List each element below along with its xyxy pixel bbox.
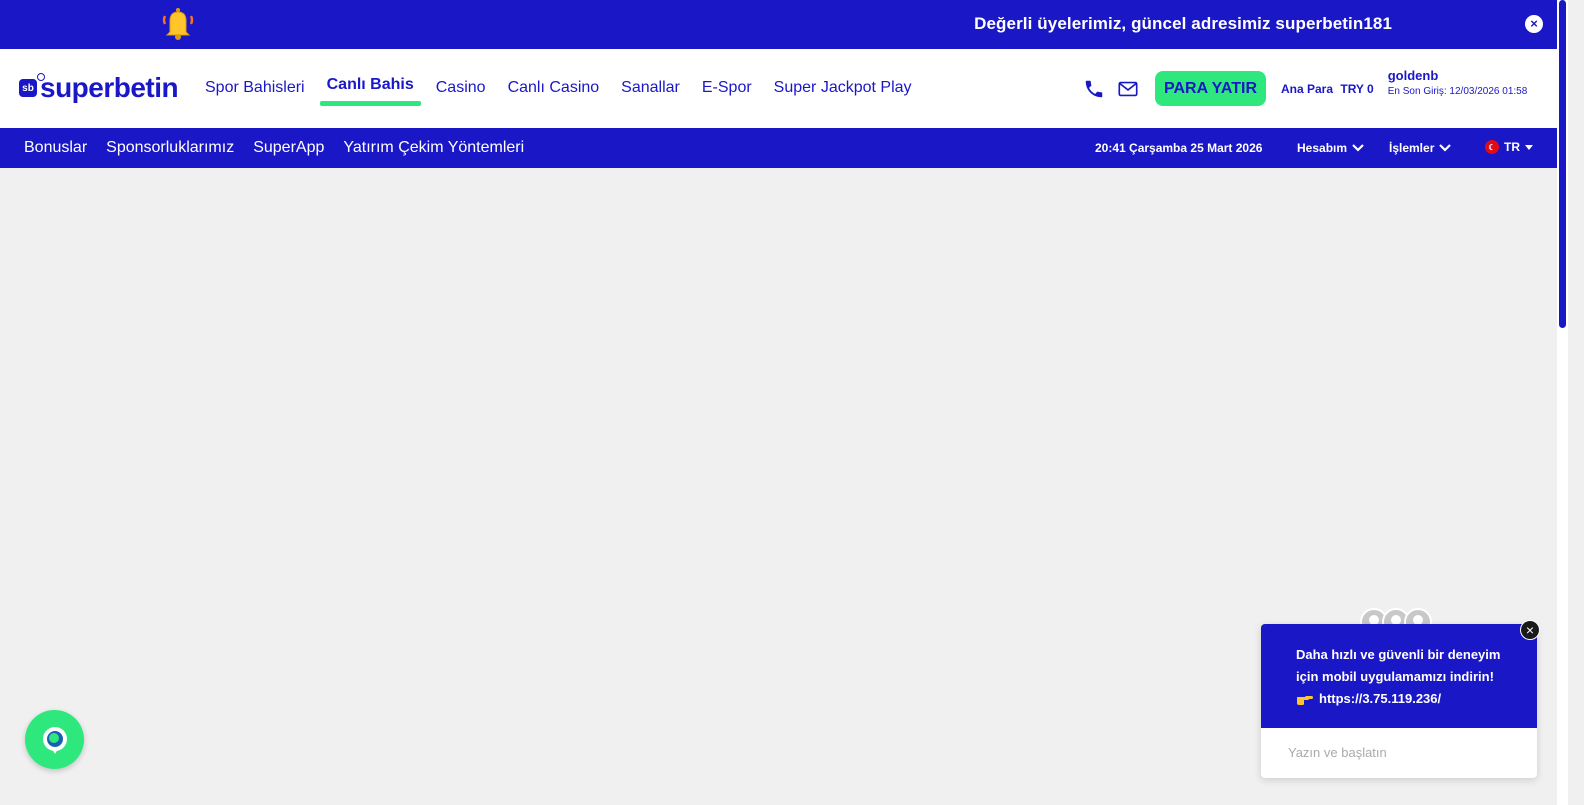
sub-nav-links: Bonuslar Sponsorluklarımız SuperApp Yatı… bbox=[24, 139, 543, 157]
phone-icon[interactable] bbox=[1083, 78, 1105, 100]
scrollbar[interactable] bbox=[1557, 0, 1568, 805]
balance-display[interactable]: Ana Para TRY 0 bbox=[1281, 82, 1374, 96]
subnav-superapp[interactable]: SuperApp bbox=[253, 139, 324, 157]
nav-canli-casino[interactable]: Canlı Casino bbox=[508, 79, 600, 97]
popup-link[interactable]: https://3.75.119.236/ bbox=[1319, 688, 1441, 710]
caret-down-icon bbox=[1525, 144, 1533, 150]
close-icon[interactable]: × bbox=[1520, 620, 1540, 640]
nav-e-spor[interactable]: E-Spor bbox=[702, 79, 752, 97]
subnav-sponsorluklarimiz[interactable]: Sponsorluklarımız bbox=[106, 139, 234, 157]
last-login: En Son Giriş: 12/03/2026 01:58 bbox=[1387, 86, 1528, 97]
announcement-bar: Değerli üyelerimiz, güncel adresimiz sup… bbox=[0, 0, 1557, 49]
nav-canli-bahis[interactable]: Canlı Bahis bbox=[319, 76, 421, 106]
announcement-text: Değerli üyelerimiz, güncel adresimiz sup… bbox=[974, 14, 1392, 33]
chat-input[interactable]: Yazın ve başlatın bbox=[1261, 728, 1537, 778]
turkey-flag-icon: ☾ bbox=[1485, 140, 1499, 154]
bell-icon bbox=[162, 8, 194, 40]
operations-dropdown[interactable]: İşlemler bbox=[1389, 141, 1452, 155]
subnav-bonuslar[interactable]: Bonuslar bbox=[24, 139, 87, 157]
chevron-down-icon bbox=[1352, 144, 1364, 152]
scrollbar-thumb[interactable] bbox=[1559, 0, 1566, 328]
language-label: TR bbox=[1504, 140, 1520, 154]
nav-sanallar[interactable]: Sanallar bbox=[621, 79, 680, 97]
mail-icon[interactable] bbox=[1117, 78, 1139, 100]
logo-badge: sb bbox=[19, 73, 45, 97]
subnav-yatirim-cekim[interactable]: Yatırım Çekim Yöntemleri bbox=[343, 139, 524, 157]
datetime: 20:41 Çarşamba 25 Mart 2026 bbox=[1095, 141, 1263, 155]
logo[interactable]: sb superbetin bbox=[19, 72, 179, 104]
chat-icon bbox=[42, 726, 67, 754]
nav-super-jackpot-play[interactable]: Super Jackpot Play bbox=[774, 79, 912, 97]
user-info[interactable]: goldenb En Son Giriş: 12/03/2026 01:58 bbox=[1388, 68, 1528, 97]
header-actions: PARA YATIR Ana Para TRY 0 goldenb En Son… bbox=[1083, 68, 1528, 106]
pointing-hand-icon bbox=[1297, 696, 1313, 705]
popup-line-2: için mobil uygulamamızı indirin! bbox=[1296, 669, 1494, 684]
deposit-button[interactable]: PARA YATIR bbox=[1155, 71, 1266, 106]
logo-text: superbetin bbox=[40, 72, 179, 103]
nav-spor-bahisleri[interactable]: Spor Bahisleri bbox=[205, 79, 305, 97]
chat-popup-message: Daha hızlı ve güvenli bir deneyim için m… bbox=[1261, 624, 1537, 728]
main-header: sb superbetin Spor Bahisleri Canlı Bahis… bbox=[0, 49, 1557, 128]
close-icon[interactable]: × bbox=[1525, 15, 1543, 33]
balance-amount: TRY 0 bbox=[1340, 81, 1374, 96]
account-dropdown[interactable]: Hesabım bbox=[1297, 141, 1364, 155]
chevron-down-icon bbox=[1439, 144, 1452, 152]
popup-line-1: Daha hızlı ve güvenli bir deneyim bbox=[1296, 647, 1501, 662]
main-nav: Spor Bahisleri Canlı Bahis Casino Canlı … bbox=[205, 76, 934, 106]
popup-link-row[interactable]: https://3.75.119.236/ bbox=[1296, 688, 1517, 710]
chat-popup: Daha hızlı ve güvenli bir deneyim için m… bbox=[1261, 620, 1540, 778]
sub-nav: Bonuslar Sponsorluklarımız SuperApp Yatı… bbox=[0, 128, 1557, 168]
nav-casino[interactable]: Casino bbox=[436, 79, 486, 97]
balance-label: Ana Para bbox=[1281, 81, 1334, 96]
language-selector[interactable]: ☾ TR bbox=[1485, 140, 1533, 154]
account-label: Hesabım bbox=[1297, 141, 1348, 155]
operations-label: İşlemler bbox=[1389, 141, 1435, 155]
chat-launcher-button[interactable] bbox=[25, 710, 84, 769]
username: goldenb bbox=[1387, 68, 1439, 83]
